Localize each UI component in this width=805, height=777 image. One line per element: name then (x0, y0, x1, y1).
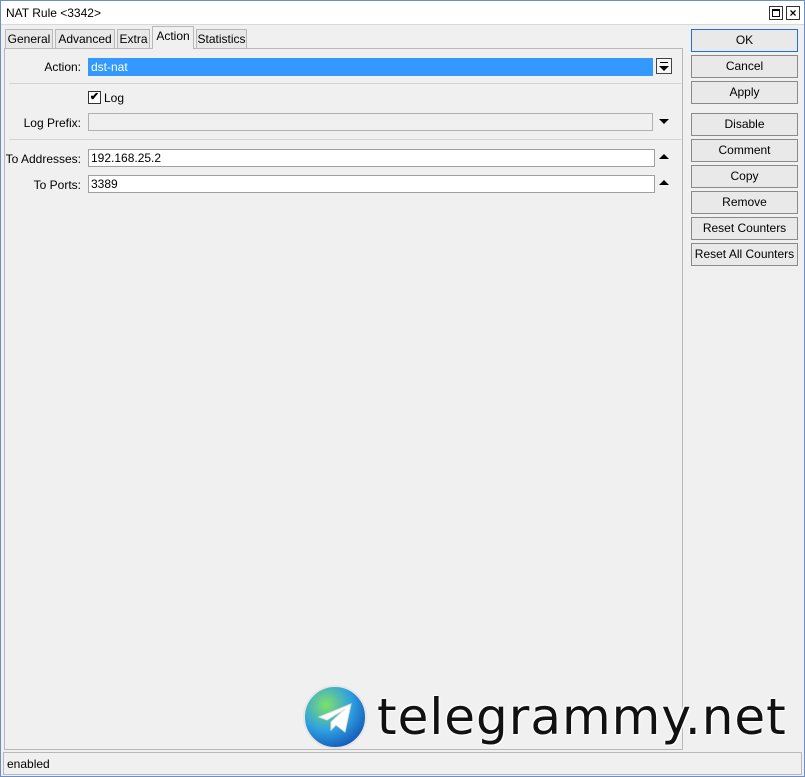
chevron-down-icon (659, 66, 669, 71)
to-addresses-field[interactable]: 192.168.25.2 (88, 149, 655, 167)
tab-action[interactable]: Action (152, 26, 194, 49)
telegram-globe-icon (303, 685, 367, 749)
tab-advanced[interactable]: Advanced (55, 29, 115, 48)
to-ports-label: To Ports: (33, 178, 81, 192)
log-prefix-dropdown-icon[interactable] (659, 119, 669, 124)
remove-button[interactable]: Remove (691, 191, 798, 214)
maximize-button[interactable] (769, 6, 783, 20)
maximize-icon (772, 9, 780, 17)
action-label: Action: (44, 60, 81, 74)
window-title: NAT Rule <3342> (6, 6, 101, 20)
action-tab-panel: Action: dst-nat ✔ Log Log Prefix: To Add… (4, 48, 683, 750)
separator (9, 139, 681, 140)
disable-button[interactable]: Disable (691, 113, 798, 136)
reset-counters-button[interactable]: Reset Counters (691, 217, 798, 240)
close-icon: × (789, 6, 797, 20)
tab-statistics[interactable]: Statistics (196, 29, 247, 48)
tab-general[interactable]: General (5, 29, 53, 48)
nat-rule-window: NAT Rule <3342> × General Advanced Extra… (0, 0, 805, 777)
apply-button[interactable]: Apply (691, 81, 798, 104)
status-text: enabled (7, 757, 50, 771)
reset-all-counters-button[interactable]: Reset All Counters (691, 243, 798, 266)
cancel-button[interactable]: Cancel (691, 55, 798, 78)
comment-button[interactable]: Comment (691, 139, 798, 162)
title-bar[interactable]: NAT Rule <3342> × (1, 1, 804, 25)
to-ports-collapse-icon[interactable] (659, 180, 669, 185)
dropdown-bar-icon (660, 62, 668, 63)
log-label: Log (104, 91, 125, 105)
to-addresses-collapse-icon[interactable] (659, 154, 669, 159)
to-addresses-label: To Addresses: (5, 152, 81, 166)
action-dropdown-button[interactable] (656, 58, 672, 74)
close-button[interactable]: × (786, 6, 800, 20)
copy-button[interactable]: Copy (691, 165, 798, 188)
separator (9, 83, 681, 84)
log-prefix-label: Log Prefix: (23, 116, 81, 130)
tab-extra[interactable]: Extra (117, 29, 150, 48)
watermark-text: telegrammy.net (377, 688, 787, 746)
action-select[interactable]: dst-nat (88, 58, 653, 76)
to-ports-field[interactable]: 3389 (88, 175, 655, 193)
checkmark-icon: ✔ (89, 91, 100, 103)
log-checkbox[interactable]: ✔ (88, 91, 101, 104)
log-prefix-field[interactable] (88, 113, 653, 131)
status-bar: enabled (3, 752, 802, 775)
ok-button[interactable]: OK (691, 29, 798, 52)
